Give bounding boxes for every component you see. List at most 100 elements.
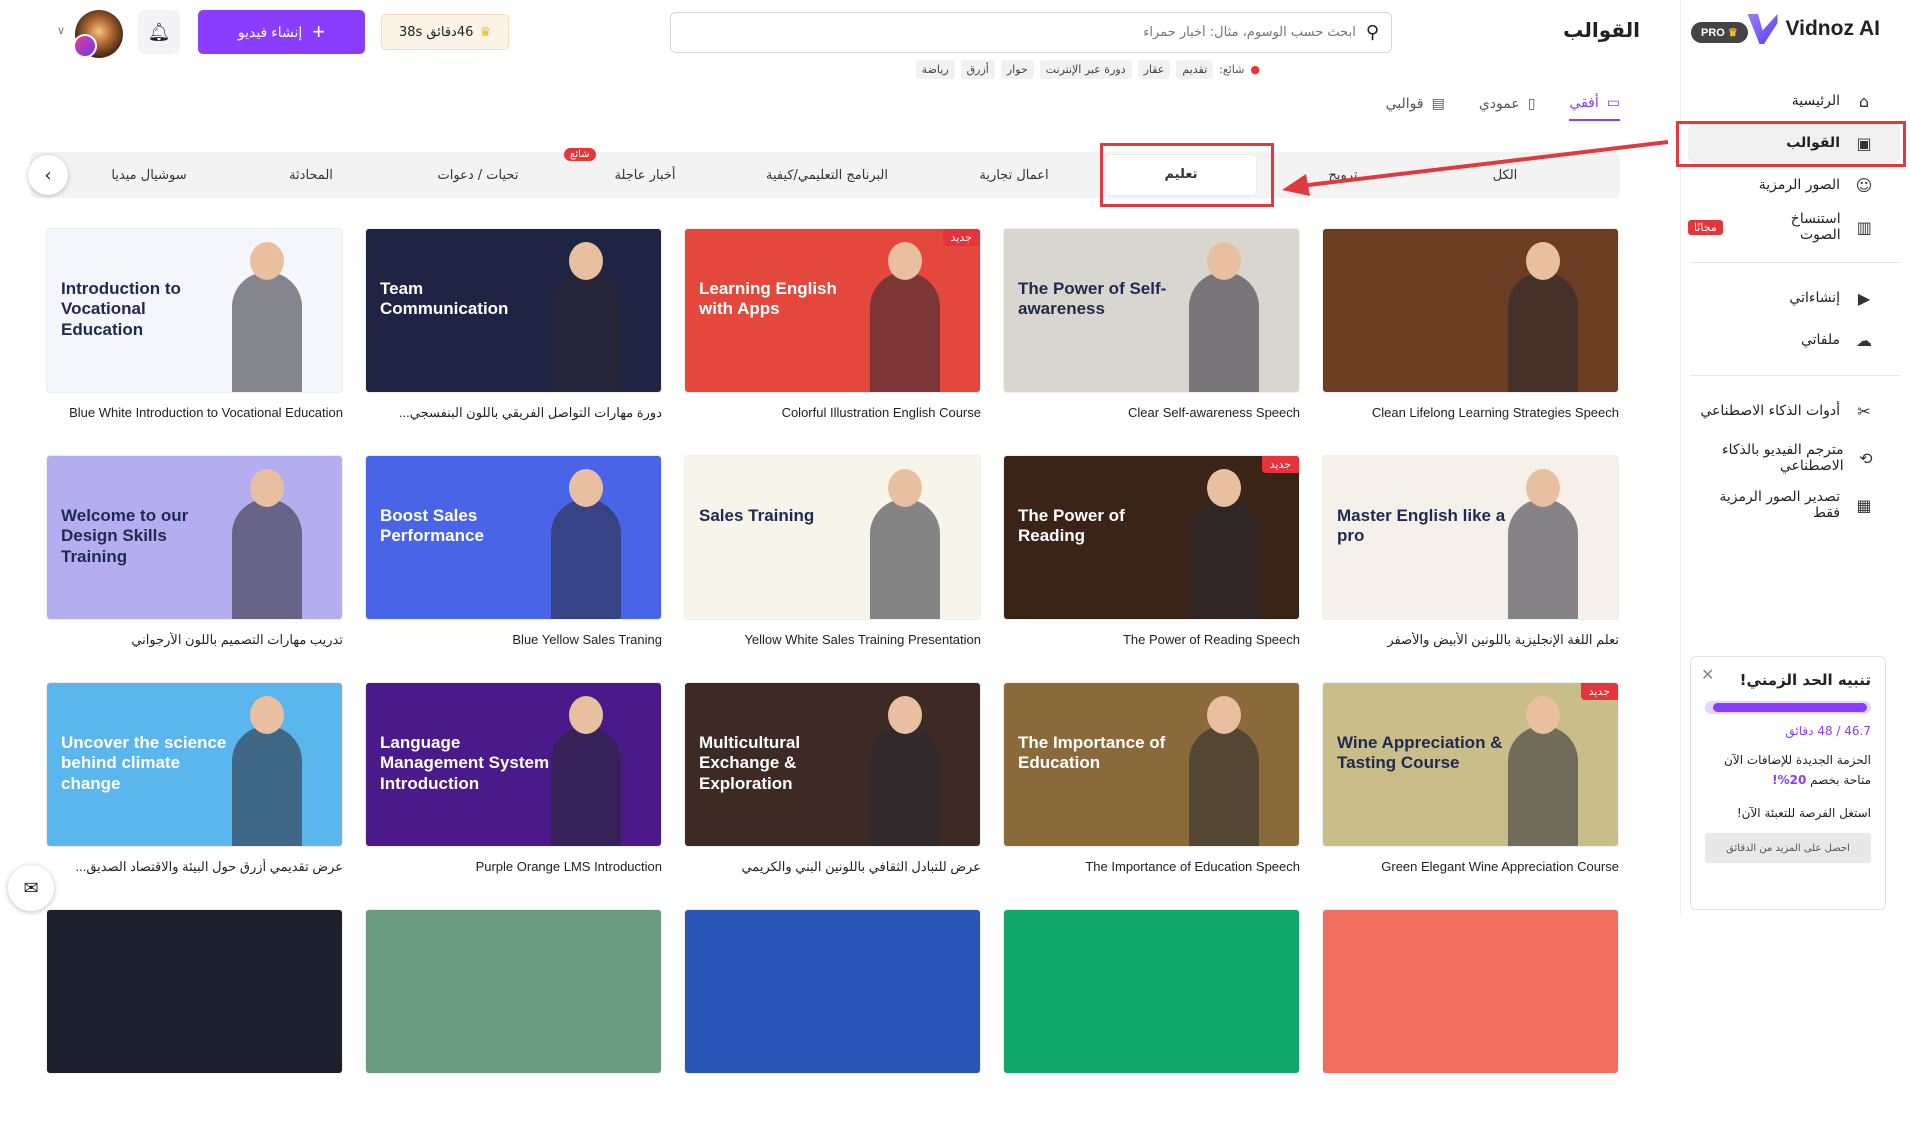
template-thumbnail[interactable]: Uncover the science behind climate chang…: [46, 682, 343, 847]
free-badge: مجانًا: [1688, 219, 1723, 235]
thumbnail-headline: Master English like a pro: [1337, 506, 1506, 546]
get-more-minutes-button[interactable]: احصل على المزيد من الدقائق: [1705, 833, 1871, 864]
page-title: القوالب: [1563, 18, 1640, 42]
template-thumbnail[interactable]: [1322, 228, 1619, 393]
sidebar-item[interactable]: ⌂ الرئيسية: [1688, 80, 1900, 122]
template-title: Blue Yellow Sales Traning: [512, 632, 662, 647]
category-tab[interactable]: المحادثة: [236, 168, 386, 183]
trending-tag[interactable]: أزرق: [960, 60, 995, 79]
template-card[interactable]: The Power of Reading جديد The Power of Rea…: [1003, 455, 1300, 682]
category-tab[interactable]: أخبار عاجلة شائع: [564, 147, 720, 183]
thumbnail-headline: Boost Sales Performance: [380, 506, 484, 546]
sidebar-item[interactable]: ▶ إنشاءاتي: [1688, 277, 1900, 319]
usage-text: 46.7 / 48 دقائق: [1785, 724, 1871, 738]
create-video-button[interactable]: + إنشاء فيديو: [198, 10, 365, 54]
tab-orientation[interactable]: ▭ أفقي: [1569, 95, 1620, 121]
template-thumbnail[interactable]: Boost Sales Performance: [365, 455, 662, 620]
laptop-icon: ▭: [1606, 95, 1620, 111]
template-card[interactable]: [365, 909, 662, 1136]
category-tab[interactable]: اعمال تجارية: [934, 168, 1094, 183]
annotation-box: [1676, 121, 1906, 167]
close-icon[interactable]: ✕: [1701, 665, 1714, 684]
thumbnail-headline: Multicultural Exchange & Exploration: [699, 733, 801, 793]
template-thumbnail[interactable]: The Importance of Education: [1003, 682, 1300, 847]
template-card[interactable]: [1003, 909, 1300, 1136]
template-thumbnail[interactable]: Introduction to Vocational Education: [46, 228, 343, 393]
chevron-down-icon[interactable]: ∨: [57, 24, 65, 37]
presenter-figure: [551, 272, 621, 392]
template-thumbnail[interactable]: Language Management System Introduction: [365, 682, 662, 847]
template-thumbnail[interactable]: The Power of Reading جديد: [1003, 455, 1300, 620]
sidebar-item[interactable]: ▥ استنساخ الصوت مجانًا: [1688, 206, 1900, 248]
trending-tag[interactable]: عقار: [1137, 60, 1171, 79]
pro-badge[interactable]: PRO ♛: [1691, 22, 1748, 43]
template-card[interactable]: Language Management System Introduction P…: [365, 682, 662, 909]
template-thumbnail[interactable]: Learning English with Apps جديد: [684, 228, 981, 393]
sidebar-item[interactable]: ☺ الصور الرمزية: [1688, 164, 1900, 206]
category-label: تحيات / دعوات: [437, 167, 519, 183]
template-thumbnail[interactable]: [1322, 909, 1619, 1074]
template-thumbnail[interactable]: The Power of Self-awareness: [1003, 228, 1300, 393]
template-card[interactable]: Clean Lifelong Learning Strategies Speec…: [1322, 228, 1619, 455]
template-thumbnail[interactable]: [1003, 909, 1300, 1074]
template-card[interactable]: Introduction to Vocational Education Blue…: [46, 228, 343, 455]
presenter-head: [1526, 242, 1560, 280]
category-tab[interactable]: البرنامج التعليمي/كيفية: [732, 168, 922, 183]
template-thumbnail[interactable]: [684, 909, 981, 1074]
scroll-categories-button[interactable]: ‹: [28, 155, 68, 195]
category-tab[interactable]: تحيات / دعوات: [398, 168, 558, 183]
chevron-left-icon: ‹: [44, 164, 52, 186]
sidebar-item[interactable]: ✂ أدوات الذكاء الاصطناعي: [1688, 390, 1900, 432]
trending-tag[interactable]: دورة عبر الإنترنت: [1039, 60, 1132, 79]
trending-tag[interactable]: رياضة: [915, 60, 955, 79]
template-card[interactable]: [46, 909, 343, 1136]
template-thumbnail[interactable]: [46, 909, 343, 1074]
template-thumbnail[interactable]: Wine Appreciation & Tasting Course جديد: [1322, 682, 1619, 847]
template-thumbnail[interactable]: Welcome to our Design Skills Training: [46, 455, 343, 620]
sidebar-item[interactable]: ▦ تصدير الصور الرمزية فقط: [1688, 484, 1900, 526]
presenter-head: [888, 469, 922, 507]
sidebar-item[interactable]: ☁ ملفاتي: [1688, 319, 1900, 361]
sidebar-item-label: مترجم الفيديو بالذكاء الاصطناعي: [1722, 442, 1844, 474]
sidebar-item[interactable]: ⟲ مترجم الفيديو بالذكاء الاصطناعي: [1688, 432, 1900, 484]
template-title: [365, 1086, 662, 1106]
template-title: دورة مهارات التواصل الفريقي باللون البنف…: [398, 405, 662, 420]
template-card[interactable]: Master English like a pro تعلم اللغة الإن…: [1322, 455, 1619, 682]
category-tab[interactable]: سوشيال ميديا: [74, 168, 224, 183]
template-card[interactable]: The Importance of Education The Importanc…: [1003, 682, 1300, 909]
template-card[interactable]: Sales Training Yellow White Sales Trainin…: [684, 455, 981, 682]
template-thumbnail[interactable]: Sales Training: [684, 455, 981, 620]
template-thumbnail[interactable]: Team Communication: [365, 228, 662, 393]
template-card[interactable]: [1322, 909, 1619, 1136]
template-card[interactable]: Uncover the science behind climate chang…: [46, 682, 343, 909]
alert-title: تنبيه الحد الزمني!: [1739, 671, 1871, 689]
template-card[interactable]: Boost Sales Performance Blue Yellow Sales…: [365, 455, 662, 682]
template-title: عرض للتبادل الثقافي باللونين البني والكر…: [741, 859, 981, 874]
template-thumbnail[interactable]: Master English like a pro: [1322, 455, 1619, 620]
support-chat-button[interactable]: ✉: [8, 865, 54, 911]
notifications-button[interactable]: 🔔︎: [138, 10, 180, 54]
template-card[interactable]: Learning English with Apps جديد Colorful I…: [684, 228, 981, 455]
presenter-figure: [232, 272, 302, 392]
template-card[interactable]: Multicultural Exchange & Exploration عرض …: [684, 682, 981, 909]
export-avatar-icon: ▦: [1856, 495, 1872, 515]
trending-tag[interactable]: تقديم: [1176, 60, 1214, 79]
template-card[interactable]: The Power of Self-awareness Clear Self-aw…: [1003, 228, 1300, 455]
template-card[interactable]: Team Communication دورة مهارات التواصل ال…: [365, 228, 662, 455]
search-box[interactable]: ⚲: [670, 12, 1392, 53]
template-card[interactable]: Welcome to our Design Skills Training تدر…: [46, 455, 343, 682]
tab-orientation[interactable]: ▯ عمودي: [1479, 95, 1536, 121]
tab-orientation[interactable]: ▤ قوالبي: [1386, 95, 1445, 121]
thumbnail-headline: Sales Training: [699, 506, 815, 525]
search-icon: ⚲: [1365, 22, 1379, 43]
template-card[interactable]: [684, 909, 981, 1136]
logo[interactable]: Vidnoz AI: [1747, 14, 1880, 44]
template-card[interactable]: Wine Appreciation & Tasting Course جديد Gr…: [1322, 682, 1619, 909]
credits-badge[interactable]: ♛ 46دقائق 38s: [381, 14, 509, 50]
template-thumbnail[interactable]: [365, 909, 662, 1074]
trending-tag[interactable]: حوار: [1000, 60, 1034, 79]
search-input[interactable]: [715, 25, 1356, 40]
thumbnail-headline: The Power of Reading: [1018, 506, 1125, 546]
template-thumbnail[interactable]: Multicultural Exchange & Exploration: [684, 682, 981, 847]
divider: [1690, 262, 1900, 263]
